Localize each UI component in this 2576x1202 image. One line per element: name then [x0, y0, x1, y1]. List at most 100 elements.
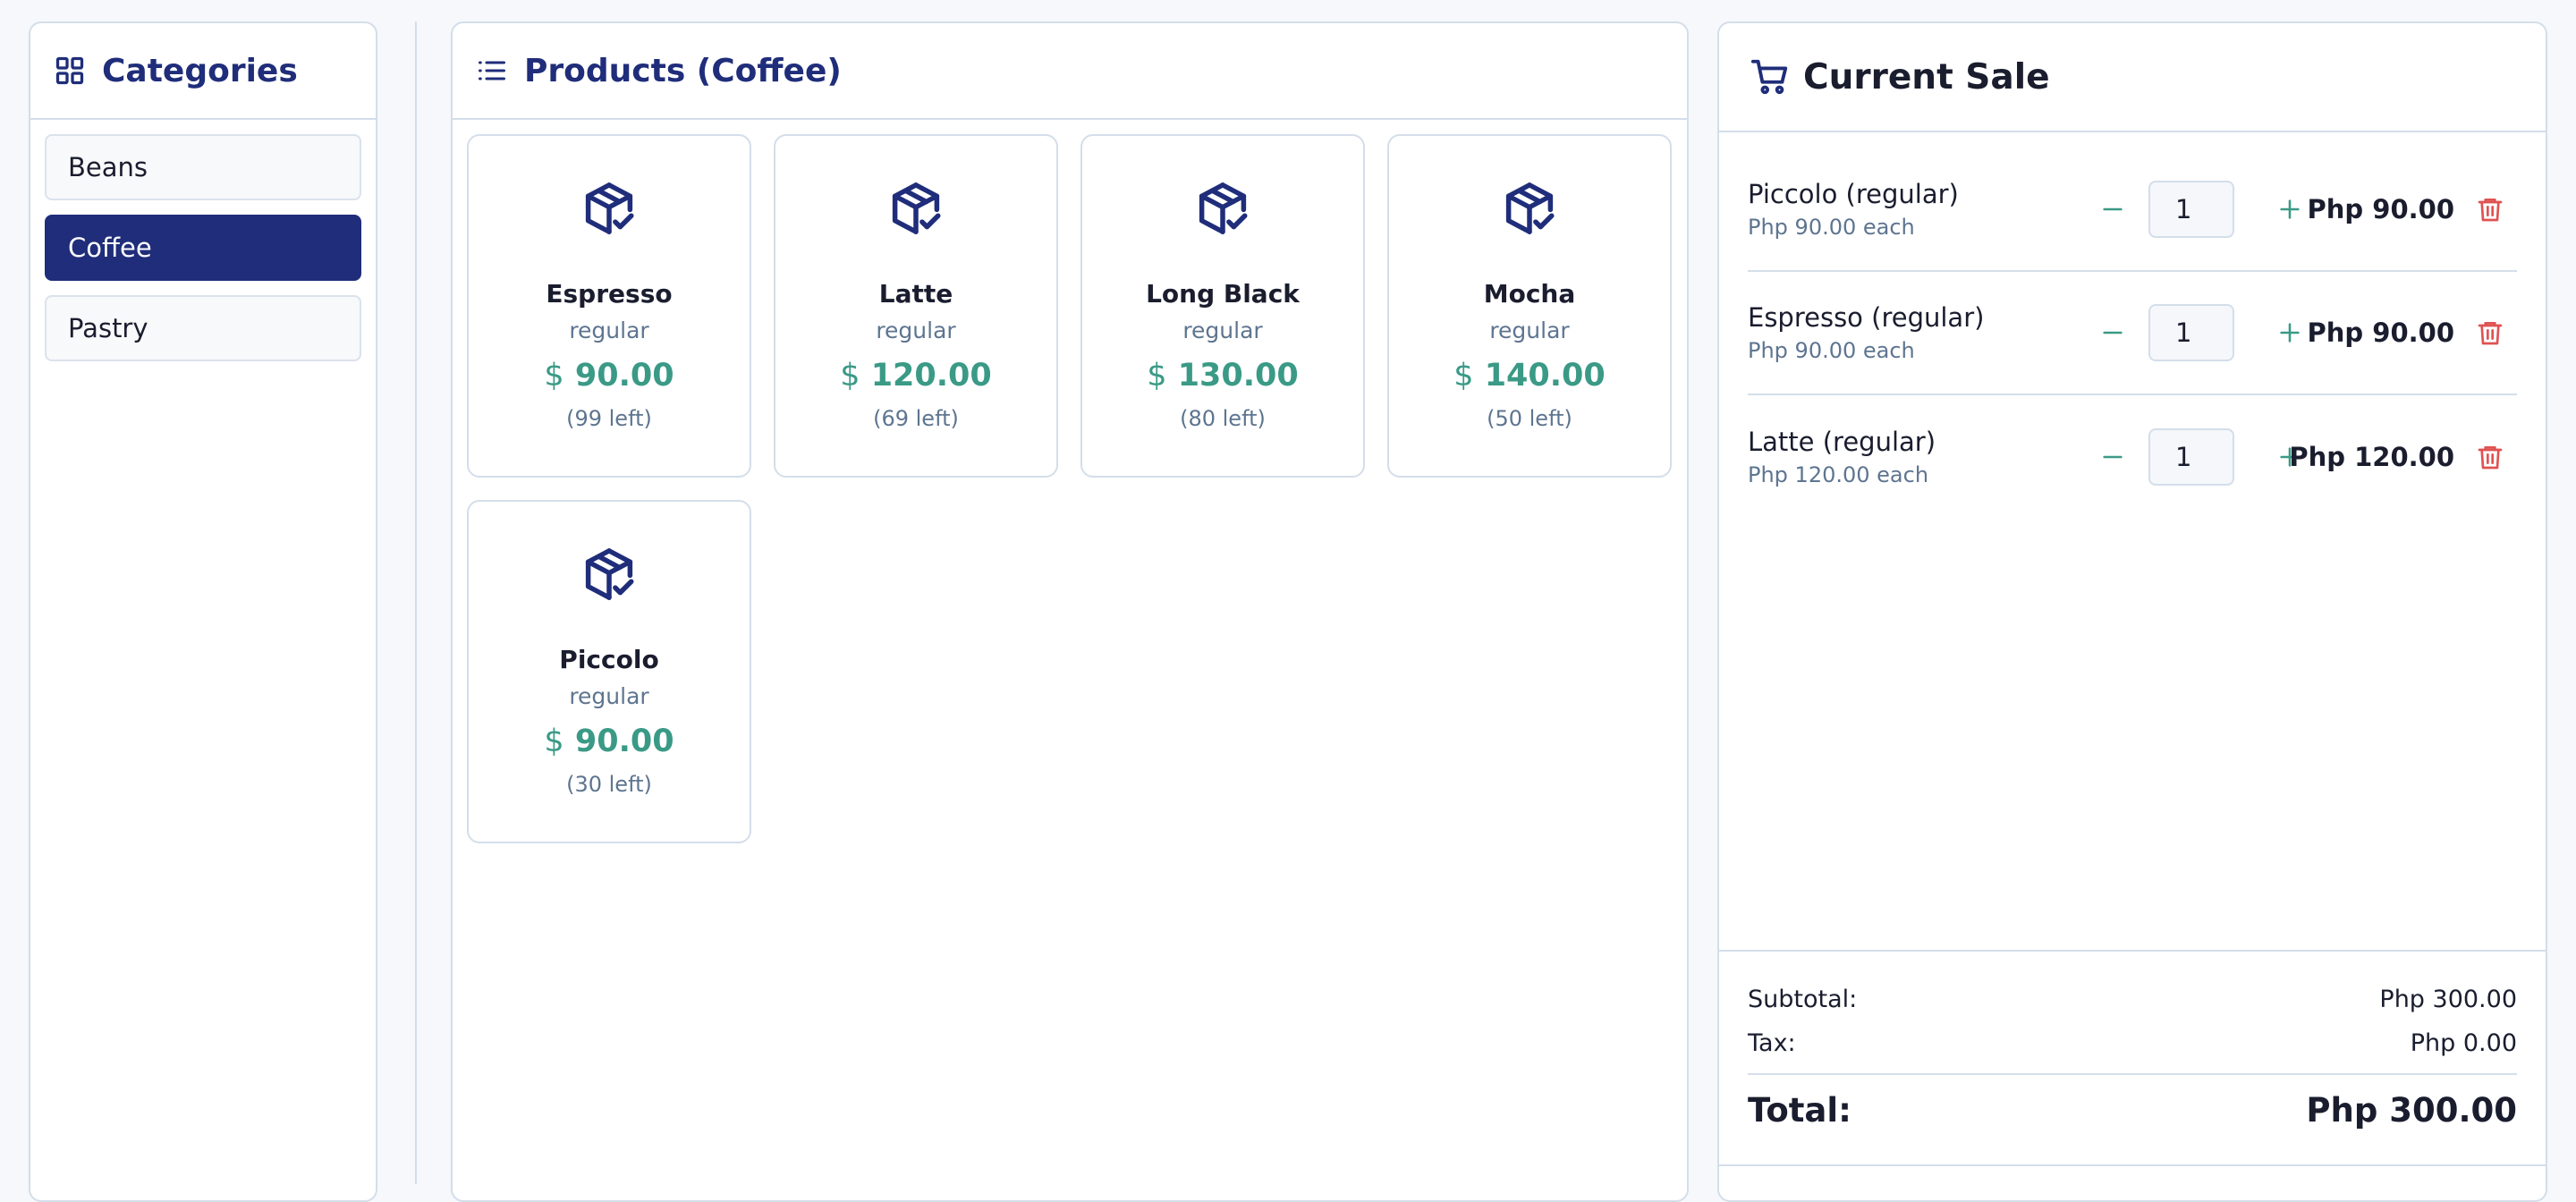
- product-card-piccolo[interactable]: Piccolo regular $ 90.00 (30 left): [467, 500, 751, 843]
- product-card-latte[interactable]: Latte regular $ 120.00 (69 left): [774, 134, 1058, 478]
- product-price: $ 90.00: [544, 358, 674, 394]
- decrease-quantity-button[interactable]: [2095, 439, 2131, 475]
- cart-icon: [1750, 59, 1788, 95]
- products-title: Products (Coffee): [524, 52, 842, 89]
- currency-symbol: $: [544, 358, 564, 394]
- tax-label: Tax:: [1748, 1029, 1796, 1057]
- grid-icon: [55, 56, 84, 85]
- product-price: $ 90.00: [544, 724, 674, 759]
- sale-item-total: Php 120.00: [2289, 442, 2454, 472]
- category-label: Coffee: [68, 233, 152, 263]
- tax-value: Php 0.00: [2410, 1029, 2517, 1057]
- product-price: $ 120.00: [840, 358, 992, 394]
- trash-icon[interactable]: [2476, 317, 2504, 349]
- product-variant: regular: [1489, 317, 1570, 343]
- increase-quantity-button[interactable]: [2272, 191, 2308, 227]
- increase-quantity-button[interactable]: [2272, 315, 2308, 351]
- category-item-beans[interactable]: Beans: [45, 134, 361, 200]
- currency-symbol: $: [1147, 358, 1167, 394]
- sale-item-name: Latte (regular): [1748, 427, 1936, 457]
- price-value: 140.00: [1484, 358, 1606, 394]
- price-value: 90.00: [574, 724, 674, 759]
- currency-symbol: $: [1453, 358, 1474, 394]
- category-item-coffee[interactable]: Coffee: [45, 215, 361, 281]
- decrease-quantity-button[interactable]: [2095, 191, 2131, 227]
- sale-item-row: Espresso (regular) Php 90.00 each Php 90…: [1748, 272, 2517, 395]
- trash-icon[interactable]: [2476, 193, 2504, 225]
- price-value: 90.00: [574, 358, 674, 394]
- subtotal-value: Php 300.00: [2379, 986, 2517, 1013]
- category-list: Beans Coffee Pastry: [30, 120, 376, 390]
- sale-items-list: Piccolo (regular) Php 90.00 each Php 90.…: [1719, 148, 2546, 519]
- product-variant: regular: [569, 683, 649, 709]
- product-variant: regular: [876, 317, 956, 343]
- current-sale-panel: Current Sale Piccolo (regular) Php 90.00…: [1717, 21, 2547, 1202]
- sale-summary: Subtotal: Php 300.00 Tax: Php 0.00 Total…: [1719, 950, 2546, 1130]
- sale-item-total: Php 90.00: [2307, 194, 2454, 224]
- product-card-espresso[interactable]: Espresso regular $ 90.00 (99 left): [467, 134, 751, 478]
- total-label: Total:: [1748, 1091, 1852, 1130]
- tax-row: Tax: Php 0.00: [1748, 1029, 2517, 1075]
- sale-item-info: Latte (regular) Php 120.00 each: [1748, 427, 2070, 487]
- product-name: Mocha: [1483, 279, 1576, 309]
- sale-title: Current Sale: [1803, 56, 2050, 97]
- total-row: Total: Php 300.00: [1748, 1091, 2517, 1130]
- list-icon: [479, 61, 505, 80]
- product-price: $ 140.00: [1453, 358, 1606, 394]
- total-value: Php 300.00: [2306, 1091, 2517, 1130]
- category-item-pastry[interactable]: Pastry: [45, 295, 361, 361]
- sale-item-row: Latte (regular) Php 120.00 each Php 120.…: [1748, 395, 2517, 519]
- product-stock: (30 left): [566, 772, 652, 797]
- product-variant: regular: [1182, 317, 1263, 343]
- subtotal-row: Subtotal: Php 300.00: [1748, 986, 2517, 1013]
- product-variant: regular: [569, 317, 649, 343]
- categories-header: Categories: [30, 23, 376, 120]
- price-value: 120.00: [870, 358, 992, 394]
- sale-item-name: Piccolo (regular): [1748, 179, 1959, 209]
- package-check-icon: [585, 548, 634, 600]
- panel-divider: [415, 21, 417, 1184]
- price-value: 130.00: [1177, 358, 1299, 394]
- currency-symbol: $: [840, 358, 860, 394]
- plus-icon: [2280, 199, 2300, 219]
- sale-item-unit-price: Php 120.00 each: [1748, 462, 1929, 487]
- minus-icon: [2103, 455, 2123, 459]
- product-card-mocha[interactable]: Mocha regular $ 140.00 (50 left): [1387, 134, 1672, 478]
- summary-divider: [1719, 1164, 2546, 1166]
- sale-header: Current Sale: [1719, 23, 2546, 132]
- quantity-input[interactable]: [2148, 428, 2234, 486]
- sale-item-info: Piccolo (regular) Php 90.00 each: [1748, 179, 2070, 240]
- quantity-input[interactable]: [2148, 304, 2234, 361]
- product-card-long-black[interactable]: Long Black regular $ 130.00 (80 left): [1080, 134, 1365, 478]
- sale-item-name: Espresso (regular): [1748, 302, 1985, 333]
- category-label: Beans: [68, 152, 148, 182]
- product-name: Piccolo: [559, 645, 659, 674]
- product-stock: (99 left): [566, 406, 652, 431]
- categories-panel: Categories Beans Coffee Pastry: [29, 21, 377, 1202]
- package-check-icon: [1505, 182, 1555, 234]
- products-panel: Products (Coffee) Espresso regular $ 90.…: [451, 21, 1689, 1202]
- decrease-quantity-button[interactable]: [2095, 315, 2131, 351]
- subtotal-label: Subtotal:: [1748, 986, 1858, 1013]
- sale-item-unit-price: Php 90.00 each: [1748, 338, 1915, 363]
- package-check-icon: [1199, 182, 1248, 234]
- sale-item-info: Espresso (regular) Php 90.00 each: [1748, 302, 2070, 363]
- package-check-icon: [892, 182, 941, 234]
- sale-item-total: Php 90.00: [2307, 317, 2454, 348]
- plus-icon: [2280, 323, 2300, 343]
- package-check-icon: [585, 182, 634, 234]
- trash-icon[interactable]: [2476, 441, 2504, 473]
- product-name: Espresso: [546, 279, 673, 309]
- categories-title: Categories: [102, 52, 298, 89]
- sale-item-row: Piccolo (regular) Php 90.00 each Php 90.…: [1748, 148, 2517, 272]
- minus-icon: [2103, 207, 2123, 211]
- product-name: Long Black: [1146, 279, 1300, 309]
- currency-symbol: $: [544, 724, 564, 759]
- product-stock: (69 left): [873, 406, 959, 431]
- products-header: Products (Coffee): [453, 23, 1687, 120]
- product-stock: (80 left): [1180, 406, 1266, 431]
- quantity-input[interactable]: [2148, 181, 2234, 238]
- sale-item-unit-price: Php 90.00 each: [1748, 215, 1915, 240]
- product-grid: Espresso regular $ 90.00 (99 left) Latte…: [453, 120, 1687, 858]
- product-stock: (50 left): [1487, 406, 1572, 431]
